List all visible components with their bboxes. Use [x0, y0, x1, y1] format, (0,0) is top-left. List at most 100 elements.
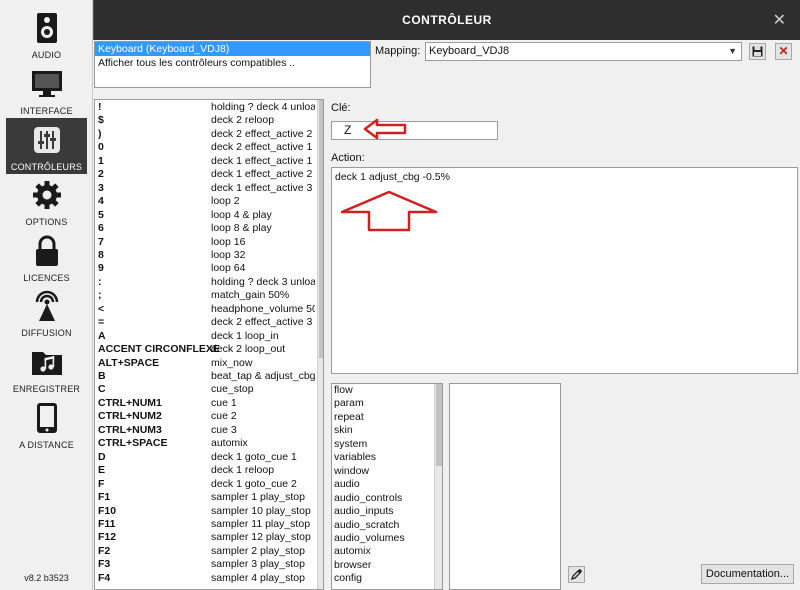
key-action: deck 1 goto_cue 1: [211, 450, 297, 463]
key-action: loop 16: [211, 235, 246, 248]
key-row[interactable]: CTRL+NUM2 cue 2: [95, 410, 317, 423]
sidebar-item-options[interactable]: OPTIONS: [6, 173, 87, 229]
controller-list[interactable]: Keyboard (Keyboard_VDJ8) Afficher tous l…: [94, 41, 371, 88]
verb-list[interactable]: flow param repeat skin system variables window…: [331, 383, 443, 590]
key-row[interactable]: ! holding ? deck 4 unload: [95, 101, 317, 114]
key-row[interactable]: CTRL+NUM3 cue 3: [95, 424, 317, 437]
key-name: B: [98, 370, 106, 382]
verb-item[interactable]: system: [334, 438, 367, 451]
key-row[interactable]: Adeck 1 loop_in: [95, 330, 317, 343]
key-row[interactable]: F1 sampler 1 play_stop: [95, 491, 317, 504]
key-row[interactable]: ; match_gain 50%: [95, 289, 317, 302]
key-name: 4: [98, 195, 104, 208]
verb-item[interactable]: param: [334, 397, 364, 410]
key-action: loop 32: [211, 248, 246, 261]
sidebar-item-enregistrer[interactable]: ENREGISTRER: [6, 340, 87, 396]
key-row[interactable]: F2 sampler 2 play_stop: [95, 545, 317, 558]
documentation-button[interactable]: Documentation...: [701, 564, 794, 584]
key-row[interactable]: 8 loop 32: [95, 249, 317, 262]
key-action: deck 2 reloop: [211, 114, 275, 127]
title-bar: CONTRÔLEUR ✕: [93, 0, 800, 40]
key-row[interactable]: Bbeat_tap & adjust_cbg: [95, 370, 317, 383]
key-row[interactable]: 0 deck 2 effect_active 1: [95, 141, 317, 154]
key-action: deck 1 reloop: [211, 464, 275, 477]
key-row[interactable]: 5 loop 4 & play: [95, 209, 317, 222]
controller-item[interactable]: Afficher tous les contrôleurs compatible…: [95, 56, 370, 70]
key-input[interactable]: Z: [331, 121, 498, 140]
save-button[interactable]: [749, 43, 766, 60]
sidebar-item-label: AUDIO: [31, 50, 62, 60]
verb-item[interactable]: skin: [334, 424, 353, 437]
sidebar-item-interface[interactable]: INTERFACE: [6, 62, 87, 118]
verb-item[interactable]: variables: [334, 451, 376, 464]
key-row[interactable]: < headphone_volume 50%: [95, 303, 317, 316]
verb-item[interactable]: window: [334, 465, 369, 478]
close-icon[interactable]: ✕: [773, 10, 786, 30]
verb-item[interactable]: automix: [334, 545, 371, 558]
key-row[interactable]: 2 deck 1 effect_active 2: [95, 168, 317, 181]
key-row[interactable]: CTRL+NUM1 cue 1: [95, 397, 317, 410]
delete-button[interactable]: ✕: [775, 43, 792, 60]
key-row[interactable]: F4 sampler 4 play_stop: [95, 572, 317, 585]
scrollbar-thumb[interactable]: [436, 384, 442, 466]
verb-item[interactable]: audio: [334, 478, 360, 491]
delete-icon: ✕: [778, 44, 789, 58]
verb-item[interactable]: audio_volumes: [334, 532, 405, 545]
key-name: E: [98, 464, 106, 477]
key-row[interactable]: Fdeck 1 goto_cue 2: [95, 478, 317, 491]
key-name: ): [98, 127, 102, 140]
key-action: loop 2: [211, 195, 240, 208]
key-action: deck 2 effect_active 1: [211, 141, 313, 154]
mapping-value: Keyboard_VDJ8: [429, 45, 510, 57]
verb-item[interactable]: audio_inputs: [334, 505, 394, 518]
sidebar-item-controleurs[interactable]: CONTRÔLEURS: [6, 118, 87, 174]
verb-detail-list[interactable]: [449, 383, 561, 590]
key-row[interactable]: 6 loop 8 & play: [95, 222, 317, 235]
sidebar-item-a-distance[interactable]: A DISTANCE: [6, 396, 87, 452]
verb-list-scrollbar[interactable]: [434, 384, 442, 589]
sidebar-item-audio[interactable]: AUDIO: [6, 6, 87, 62]
sidebar-item-diffusion[interactable]: DIFFUSION: [6, 284, 87, 340]
key-row[interactable]: F11 sampler 11 play_stop: [95, 518, 317, 531]
key-action: match_gain 50%: [211, 289, 290, 302]
key-row[interactable]: ALT+SPACE mix_now: [95, 357, 317, 370]
key-row[interactable]: F3 sampler 3 play_stop: [95, 558, 317, 571]
key-row[interactable]: 3 deck 1 effect_active 3: [95, 182, 317, 195]
key-name: 5: [98, 208, 104, 221]
key-row[interactable]: F12 sampler 12 play_stop: [95, 531, 317, 544]
key-row[interactable]: ) deck 2 effect_active 2: [95, 128, 317, 141]
key-row[interactable]: F10 sampler 10 play_stop: [95, 505, 317, 518]
key-action: headphone_volume 50%: [211, 302, 315, 315]
picker-button[interactable]: [568, 566, 585, 583]
key-list-scrollbar[interactable]: [317, 100, 323, 589]
key-row[interactable]: : holding ? deck 3 unload: [95, 276, 317, 289]
key-action: holding ? deck 3 unload: [211, 275, 315, 288]
key-name: 1: [98, 154, 104, 167]
key-row[interactable]: 9 loop 64: [95, 262, 317, 275]
sidebar-item-licences[interactable]: LICENCES: [6, 229, 87, 285]
verb-item[interactable]: browser: [334, 559, 371, 572]
key-row[interactable]: 4 loop 2: [95, 195, 317, 208]
controller-item[interactable]: Keyboard (Keyboard_VDJ8): [95, 42, 370, 56]
verb-item[interactable]: flow: [334, 384, 353, 397]
mapping-select[interactable]: Keyboard_VDJ8 ▼: [425, 42, 742, 61]
verb-item[interactable]: audio_scratch: [334, 519, 399, 532]
key-row[interactable]: 1 deck 1 effect_active 1: [95, 155, 317, 168]
key-list[interactable]: ! holding ? deck 4 unload $ deck 2 reloop) d…: [94, 99, 324, 590]
key-row[interactable]: Edeck 1 reloop: [95, 464, 317, 477]
key-row[interactable]: ACCENT CIRCONFLEXE deck 2 loop_out: [95, 343, 317, 356]
scrollbar-thumb[interactable]: [319, 100, 323, 358]
verb-item[interactable]: repeat: [334, 411, 364, 424]
key-row[interactable]: $ deck 2 reloop: [95, 114, 317, 127]
key-row[interactable]: CTRL+SPACE automix: [95, 437, 317, 450]
key-row[interactable]: Ddeck 1 goto_cue 1: [95, 451, 317, 464]
key-action: deck 1 loop_in: [211, 329, 279, 342]
verb-item[interactable]: audio_controls: [334, 492, 402, 505]
verb-item[interactable]: config: [334, 572, 362, 585]
key-action: deck 1 effect_active 1: [211, 154, 313, 167]
key-row[interactable]: Ccue_stop: [95, 383, 317, 396]
key-row[interactable]: = deck 2 effect_active 3: [95, 316, 317, 329]
key-name: CTRL+NUM2: [98, 410, 162, 423]
key-row[interactable]: 7 loop 16: [95, 236, 317, 249]
controller-panel: Keyboard (Keyboard_VDJ8) Afficher tous l…: [93, 40, 800, 590]
